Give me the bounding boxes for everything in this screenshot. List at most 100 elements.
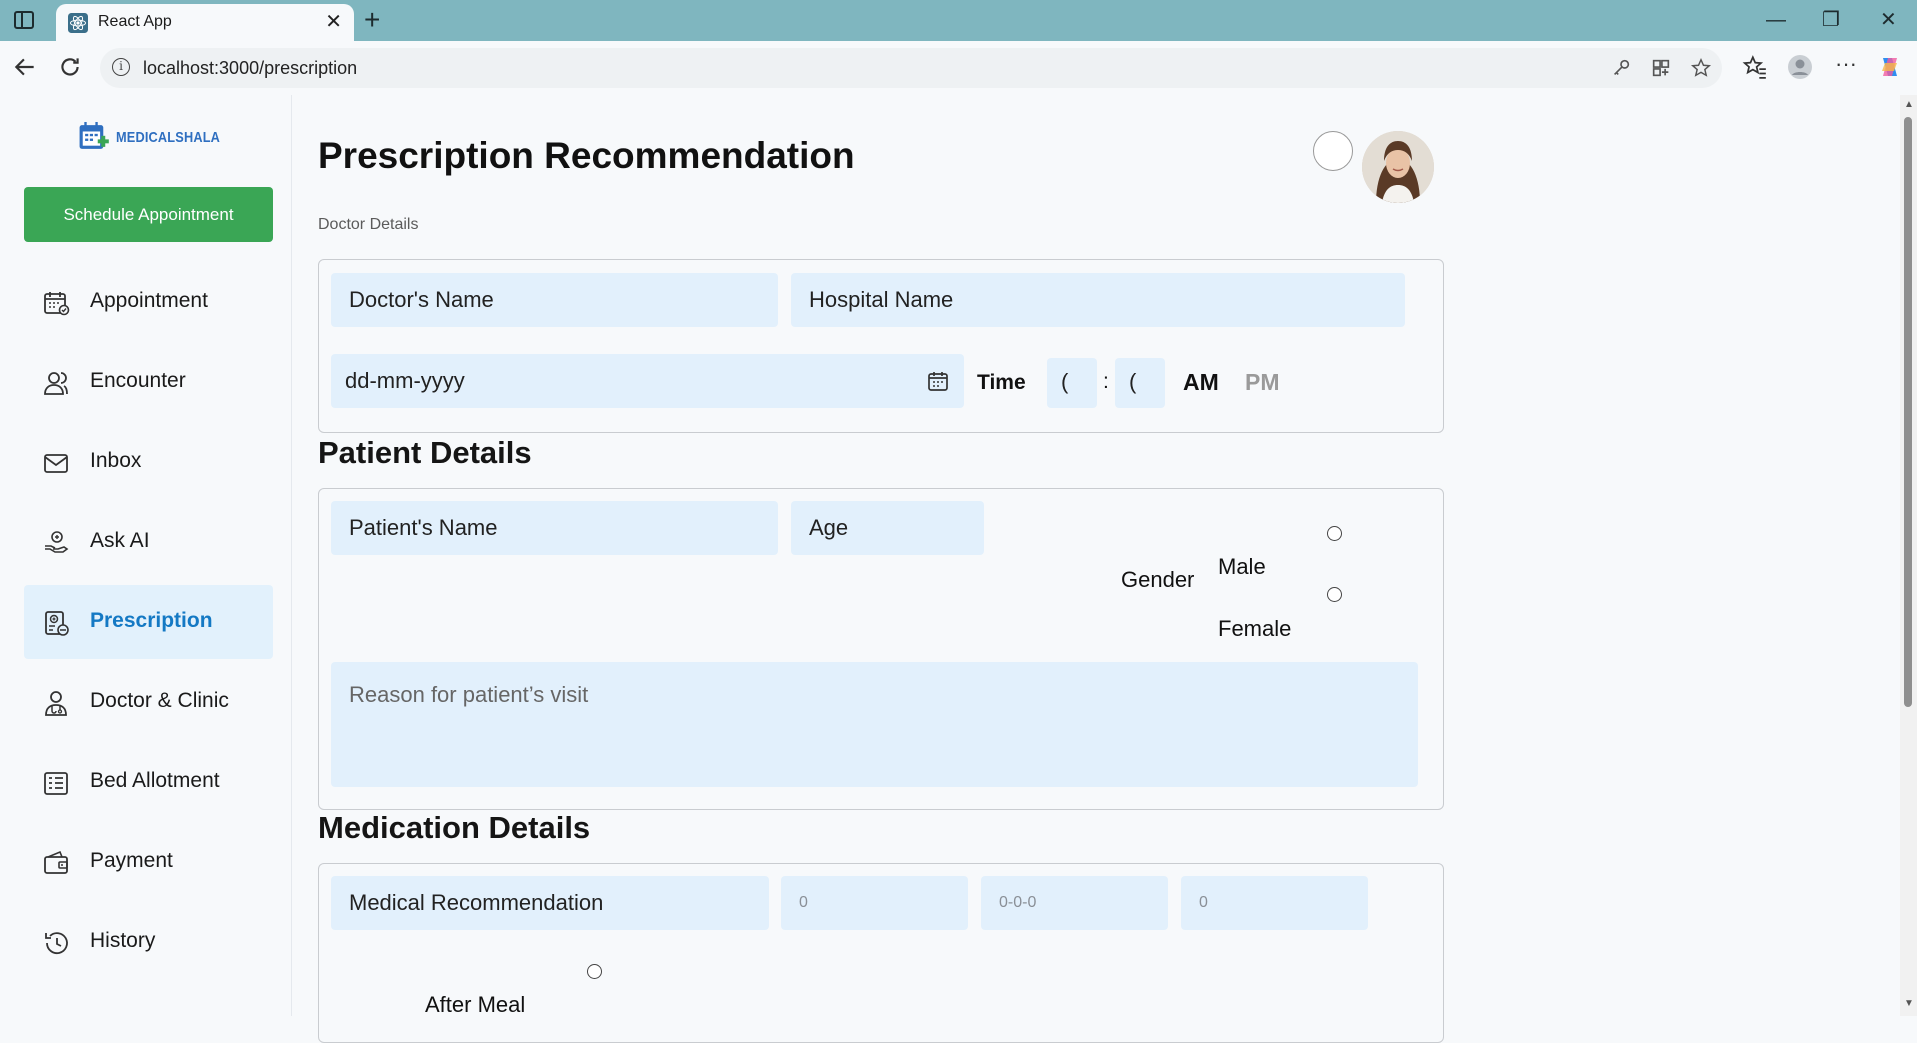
key-icon[interactable]	[1610, 57, 1632, 79]
scrollbar-thumb[interactable]	[1904, 117, 1912, 707]
url-text[interactable]: localhost:3000/prescription	[143, 58, 357, 79]
schedule-appointment-button[interactable]: Schedule Appointment	[24, 187, 273, 242]
medical-recommendation-placeholder: Medical Recommendation	[349, 890, 604, 915]
site-info-icon[interactable]: i	[112, 58, 130, 76]
sidebar-item-label: Ask AI	[90, 529, 150, 552]
browser-titlebar: React App ✕ + — ❐ ✕	[0, 0, 1917, 41]
am-toggle[interactable]: AM	[1183, 369, 1219, 396]
profile-icon[interactable]	[1787, 54, 1813, 80]
back-icon[interactable]	[12, 54, 38, 80]
hour-input[interactable]: (	[1047, 358, 1097, 408]
sidebar-item-inbox[interactable]: Inbox	[24, 425, 273, 499]
female-label: Female	[1218, 616, 1292, 641]
sidebar-item-label: Prescription	[90, 609, 213, 632]
female-radio[interactable]	[1327, 587, 1342, 602]
duration-input[interactable]: 0	[1181, 876, 1368, 930]
sidebar-item-label: Bed Allotment	[90, 769, 220, 792]
frequency-input[interactable]: 0-0-0	[981, 876, 1168, 930]
sidebar-item-ask-ai[interactable]: Ask AI	[24, 505, 273, 579]
sidebar-item-encounter[interactable]: Encounter	[24, 345, 273, 419]
star-icon[interactable]	[1690, 57, 1712, 79]
minimize-icon[interactable]: —	[1766, 8, 1786, 32]
pm-toggle[interactable]: PM	[1245, 369, 1280, 396]
restore-icon[interactable]: ❐	[1822, 8, 1840, 32]
tab-title: React App	[98, 13, 172, 30]
refresh-icon[interactable]	[57, 54, 83, 80]
avatar[interactable]	[1362, 131, 1434, 203]
more-icon[interactable]: ···	[1833, 53, 1859, 80]
sidebar-item-payment[interactable]: Payment	[24, 825, 273, 899]
url-bar[interactable]: i localhost:3000/prescription	[100, 48, 1722, 88]
sidebar-item-label: Encounter	[90, 369, 186, 392]
copilot-icon[interactable]	[1877, 54, 1903, 80]
medical-recommendation-input[interactable]: Medical Recommendation	[331, 876, 769, 930]
scroll-up-icon[interactable]: ▲	[1904, 99, 1914, 110]
patient-name-input[interactable]: Patient's Name	[331, 501, 778, 555]
sidebar-item-label: Appointment	[90, 289, 208, 312]
sidebar-item-label: History	[90, 929, 156, 952]
apps-icon[interactable]	[1650, 57, 1672, 79]
sidebar-item-label: Inbox	[90, 449, 142, 472]
user-photo	[1362, 131, 1434, 203]
users-icon	[44, 372, 68, 395]
scroll-down-icon[interactable]: ▼	[1904, 998, 1914, 1009]
bed-list-icon	[44, 772, 68, 795]
sidebar-item-label: Doctor & Clinic	[90, 689, 229, 712]
close-window-icon[interactable]: ✕	[1880, 8, 1897, 32]
calendar-picker-icon[interactable]	[926, 369, 950, 393]
patient-details-heading: Patient Details	[318, 435, 532, 470]
patient-name-placeholder: Patient's Name	[349, 515, 498, 540]
dosage-input[interactable]: 0	[781, 876, 968, 930]
doctor-details-label: Doctor Details	[318, 216, 419, 233]
doctor-name-input[interactable]: Doctor's Name	[331, 273, 778, 327]
sidebar-item-bed-allotment[interactable]: Bed Allotment	[24, 745, 273, 819]
after-meal-radio[interactable]	[587, 964, 602, 979]
brand-name: MEDICALSHALA	[115, 128, 220, 146]
visit-reason-placeholder: Reason for patient’s visit	[349, 682, 589, 707]
patient-details-card: Patient's Name Age Gender Male Female Re…	[318, 488, 1444, 810]
male-radio[interactable]	[1327, 526, 1342, 541]
sidebar-item-appointment[interactable]: Appointment	[24, 265, 273, 339]
doctor-name-placeholder: Doctor's Name	[349, 287, 494, 312]
sidebar: MEDICALSHALA Schedule Appointment Appoin…	[6, 95, 292, 1016]
time-separator: :	[1103, 370, 1109, 393]
hour-value: (	[1061, 369, 1069, 394]
new-tab-icon[interactable]: +	[364, 4, 380, 36]
hospital-name-input[interactable]: Hospital Name	[791, 273, 1405, 327]
browser-tab[interactable]: React App ✕	[56, 4, 354, 41]
sidebar-item-history[interactable]: History	[24, 905, 273, 979]
after-meal-label: After Meal	[425, 992, 526, 1017]
sidebar-item-prescription[interactable]: Prescription	[24, 585, 273, 659]
medication-details-heading: Medication Details	[318, 810, 591, 845]
gender-label: Gender	[1121, 567, 1195, 592]
medical-calendar-logo-icon	[79, 121, 109, 149]
favorites-icon[interactable]	[1742, 54, 1768, 80]
sidebar-toggle-icon[interactable]	[14, 11, 34, 29]
sidebar-item-doctor-clinic[interactable]: Doctor & Clinic	[24, 665, 273, 739]
doctor-icon	[45, 691, 67, 716]
duration-placeholder: 0	[1199, 894, 1208, 911]
calendar-icon	[44, 292, 70, 316]
wallet-icon	[44, 850, 68, 874]
notification-toggle[interactable]	[1313, 131, 1353, 171]
medication-details-card: Medical Recommendation 0 0-0-0 0 After M…	[318, 863, 1444, 1043]
age-input[interactable]: Age	[791, 501, 984, 555]
page-title: Prescription Recommendation	[318, 135, 855, 176]
app-root: MEDICALSHALA Schedule Appointment Appoin…	[0, 95, 1917, 1043]
date-placeholder: dd-mm-yyyy	[345, 368, 465, 393]
close-tab-icon[interactable]: ✕	[325, 10, 342, 34]
sidebar-item-label: Payment	[90, 849, 173, 872]
history-icon	[45, 932, 68, 955]
brand-logo[interactable]: MEDICALSHALA	[78, 115, 238, 159]
mail-icon	[44, 454, 68, 473]
date-input[interactable]: dd-mm-yyyy	[331, 354, 964, 408]
time-label: Time	[977, 371, 1026, 394]
hospital-name-placeholder: Hospital Name	[809, 287, 954, 312]
visit-reason-textarea[interactable]: Reason for patient’s visit	[331, 662, 1418, 787]
page-scrollbar[interactable]: ▲ ▼	[1900, 95, 1917, 1016]
male-label: Male	[1218, 554, 1266, 579]
minute-input[interactable]: (	[1115, 358, 1165, 408]
address-bar-row: i localhost:3000/prescription ···	[0, 41, 1917, 95]
main-content: Prescription Recommendation Doctor Detai…	[292, 95, 1900, 1043]
dosage-placeholder: 0	[799, 894, 808, 911]
